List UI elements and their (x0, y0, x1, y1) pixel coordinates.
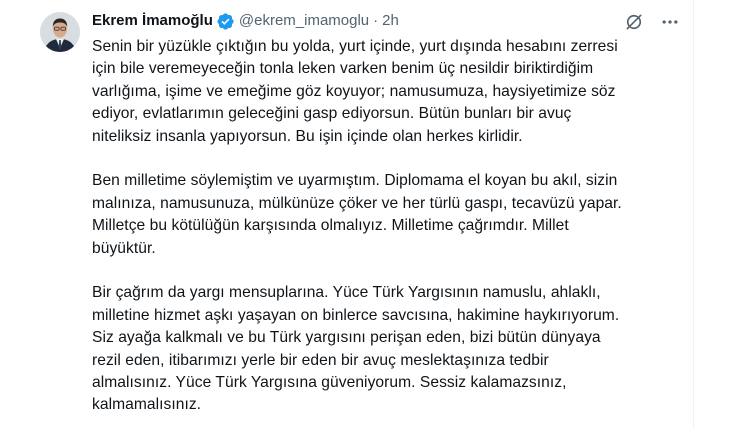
text-line: rezil eden, itibarımızı yerle bir eden b… (92, 351, 549, 369)
text-line: Bir çağrım da yargı mensuplarına. Yüce T… (92, 284, 601, 302)
timestamp[interactable]: 2h (382, 10, 399, 32)
text-line: varlığıma, işime ve emeğime göz koyuyor;… (92, 82, 616, 100)
avatar[interactable] (40, 12, 80, 52)
avatar-image (40, 12, 80, 52)
text-line: ediyor, evlatlarımın geleceğini gasp edi… (92, 105, 572, 123)
text-line: Milletçe bu kötülüğün karşısında olmalıy… (92, 217, 569, 235)
tweet-paragraph: Bir çağrım da yargı mensuplarına. Yüce T… (92, 282, 677, 416)
column-divider (693, 0, 694, 428)
text-line: niteliksiz insanla yapıyorsun. Bu işin i… (92, 127, 523, 145)
display-name[interactable]: Ekrem İmamoğlu (92, 10, 213, 32)
tweet-paragraph: Ben milletime söylemiştim ve uyarmıştım.… (92, 170, 677, 260)
text-line: büyüktür. (92, 239, 156, 257)
verified-badge-icon[interactable] (216, 12, 235, 31)
tweet-header: Ekrem İmamoğlu @ekrem_imamoglu · 2h (92, 10, 399, 32)
grok-icon[interactable] (622, 10, 646, 34)
text-line: milletine hizmet aşkı yaşayan on binlerc… (92, 306, 620, 324)
text-line: kalmamalısınız. (92, 396, 202, 414)
text-line: Senin bir yüzükle çıktığın bu yolda, yur… (92, 38, 618, 55)
handle[interactable]: @ekrem_imamoglu (239, 10, 369, 32)
text-line: için bile veremeyeceğin tonla leken vark… (92, 60, 594, 78)
tweet-text: Senin bir yüzükle çıktığın bu yolda, yur… (92, 36, 677, 428)
tweet[interactable]: Ekrem İmamoğlu @ekrem_imamoglu · 2h Seni… (0, 0, 730, 428)
text-line: Siz ayağa kalkmalı ve bu Türk yargısını … (92, 329, 601, 347)
text-line: malınıza, namusunuza, mülkünüze çöker ve… (92, 194, 622, 212)
text-line: almalısınız. Yüce Türk Yargısına güveniy… (92, 374, 567, 392)
separator-dot: · (373, 12, 379, 29)
tweet-paragraph: Senin bir yüzükle çıktığın bu yolda, yur… (92, 36, 677, 148)
text-line: Ben milletime söylemiştim ve uyarmıştım.… (92, 172, 618, 190)
more-icon[interactable] (658, 10, 682, 34)
tweet-actions (622, 10, 682, 34)
